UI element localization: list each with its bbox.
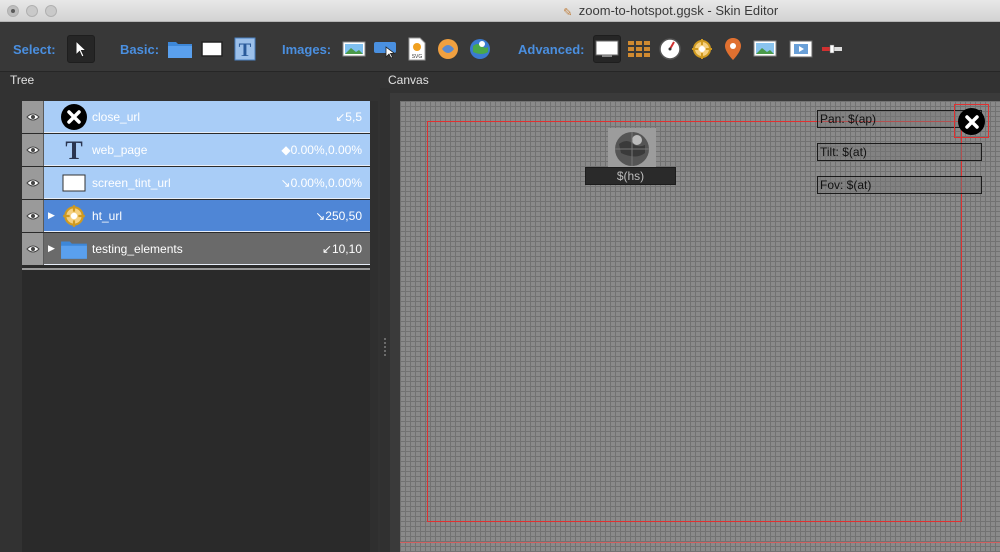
tree-bottom-divider bbox=[22, 268, 370, 270]
tree-row-position: ↙10,10 bbox=[321, 242, 362, 256]
text-icon: T bbox=[234, 37, 256, 61]
eye-icon bbox=[25, 212, 40, 220]
window-title-text: zoom-to-hotspot.ggsk - Skin Editor bbox=[578, 3, 779, 18]
splitter-grip-icon[interactable] bbox=[384, 338, 386, 356]
video-icon bbox=[789, 40, 813, 58]
expand-arrow-icon[interactable]: ▶ bbox=[48, 243, 55, 254]
tree-row-name: web_page bbox=[92, 143, 148, 157]
tree-row-position: ↙5,5 bbox=[335, 110, 362, 124]
button-image-icon bbox=[374, 42, 396, 59]
globe-icon bbox=[615, 132, 649, 166]
text-icon: T bbox=[60, 137, 88, 163]
add-slider-button[interactable] bbox=[818, 35, 846, 63]
tree-row-position: ◆0.00%,0.00% bbox=[281, 143, 362, 157]
hotspot-icon bbox=[60, 203, 88, 229]
close-icon bbox=[964, 114, 979, 129]
tree-row-web-page[interactable]: T web_page ◆0.00%,0.00% bbox=[22, 134, 370, 166]
close-circle-icon bbox=[60, 104, 88, 130]
rectangle-icon bbox=[60, 170, 88, 196]
eye-icon bbox=[25, 113, 40, 121]
eye-icon bbox=[25, 245, 40, 253]
image-view-icon bbox=[753, 40, 777, 57]
svg-text:T: T bbox=[239, 40, 252, 61]
add-screen-tint-button[interactable] bbox=[593, 35, 621, 63]
lottie-icon bbox=[438, 39, 458, 59]
svg-file-icon: SVG bbox=[408, 37, 426, 61]
fov-text-element[interactable]: Fov: $(at) bbox=[817, 176, 982, 194]
add-pin-button[interactable] bbox=[719, 35, 747, 63]
images-label: Images: bbox=[282, 42, 332, 57]
visibility-toggle[interactable] bbox=[22, 101, 44, 133]
map-pin-icon bbox=[725, 38, 741, 60]
slider-icon bbox=[822, 44, 842, 54]
add-lottie-button[interactable] bbox=[434, 35, 462, 63]
tree-panel: close_url ↙5,5 T web_page ◆0.00%,0.00% s… bbox=[22, 101, 370, 552]
visibility-toggle[interactable] bbox=[22, 167, 44, 199]
svg-text:SVG: SVG bbox=[412, 54, 423, 60]
visibility-toggle[interactable] bbox=[22, 200, 44, 232]
hotspot-label[interactable]: $(hs) bbox=[585, 167, 676, 185]
basic-label: Basic: bbox=[120, 42, 160, 57]
tree-row-screen-tint-url[interactable]: screen_tint_url ↘0.00%,0.00% bbox=[22, 167, 370, 199]
eye-icon bbox=[25, 179, 40, 187]
add-cloner-button[interactable] bbox=[625, 35, 653, 63]
expand-arrow-icon[interactable]: ▶ bbox=[48, 210, 55, 221]
visibility-toggle[interactable] bbox=[22, 134, 44, 166]
advanced-label: Advanced: bbox=[518, 42, 585, 57]
canvas-section-label: Canvas bbox=[388, 73, 429, 87]
tree-row-ht-url[interactable]: ▶ ht_url ↘250,50 bbox=[22, 200, 370, 232]
tree-row-name: close_url bbox=[92, 110, 141, 124]
add-svg-button[interactable]: SVG bbox=[403, 35, 431, 63]
hotspot-element[interactable] bbox=[608, 128, 656, 170]
tree-row-position: ↘250,50 bbox=[315, 209, 362, 223]
panel-splitter[interactable] bbox=[380, 88, 390, 552]
screen-icon bbox=[595, 40, 619, 57]
canvas-close-button[interactable] bbox=[958, 108, 985, 135]
add-video-button[interactable] bbox=[787, 35, 815, 63]
add-map-button[interactable] bbox=[466, 35, 494, 63]
folder-icon bbox=[60, 236, 88, 262]
add-image-view-button[interactable] bbox=[751, 35, 779, 63]
add-rectangle-button[interactable] bbox=[198, 35, 226, 63]
tree-row-name: testing_elements bbox=[92, 242, 183, 256]
tree-section-label: Tree bbox=[10, 73, 35, 87]
window-title: ✎ zoom-to-hotspot.ggsk - Skin Editor bbox=[0, 3, 1000, 19]
toolbar: Select: Basic: T Images: SVG Advanced: bbox=[0, 22, 1000, 72]
visibility-toggle[interactable] bbox=[22, 233, 44, 265]
image-icon bbox=[342, 41, 366, 57]
svg-text:T: T bbox=[65, 137, 82, 163]
tree-row-name: ht_url bbox=[92, 209, 123, 223]
add-container-button[interactable] bbox=[166, 35, 194, 63]
add-image-button[interactable] bbox=[340, 35, 368, 63]
add-text-button[interactable]: T bbox=[231, 35, 259, 63]
skin-editor-window: ✎ zoom-to-hotspot.ggsk - Skin Editor Sele… bbox=[0, 0, 1000, 552]
tilt-text-element[interactable]: Tilt: $(at) bbox=[817, 143, 982, 161]
map-globe-icon bbox=[470, 39, 490, 59]
title-bar: ✎ zoom-to-hotspot.ggsk - Skin Editor bbox=[0, 0, 1000, 22]
tree-scrollbar[interactable] bbox=[370, 101, 378, 552]
tree-row-close-url[interactable]: close_url ↙5,5 bbox=[22, 101, 370, 133]
folder-icon bbox=[168, 42, 192, 58]
hotspot-icon bbox=[692, 39, 712, 59]
select-tool-button[interactable] bbox=[67, 35, 95, 63]
gauge-icon bbox=[659, 38, 681, 60]
add-button-image-button[interactable] bbox=[371, 35, 399, 63]
eye-icon bbox=[25, 146, 40, 154]
tree-row-name: screen_tint_url bbox=[92, 176, 171, 190]
add-timer-button[interactable] bbox=[656, 35, 684, 63]
cursor-arrow-icon bbox=[75, 40, 88, 58]
select-label: Select: bbox=[13, 42, 56, 57]
tree-row-position: ↘0.00%,0.00% bbox=[280, 176, 362, 190]
rectangle-icon bbox=[201, 41, 223, 57]
grid-cloner-icon bbox=[628, 41, 650, 57]
document-icon: ✎ bbox=[563, 7, 573, 19]
add-hotspot-button[interactable] bbox=[688, 35, 716, 63]
tree-row-testing-elements[interactable]: ▶ testing_elements ↙10,10 bbox=[22, 233, 370, 265]
